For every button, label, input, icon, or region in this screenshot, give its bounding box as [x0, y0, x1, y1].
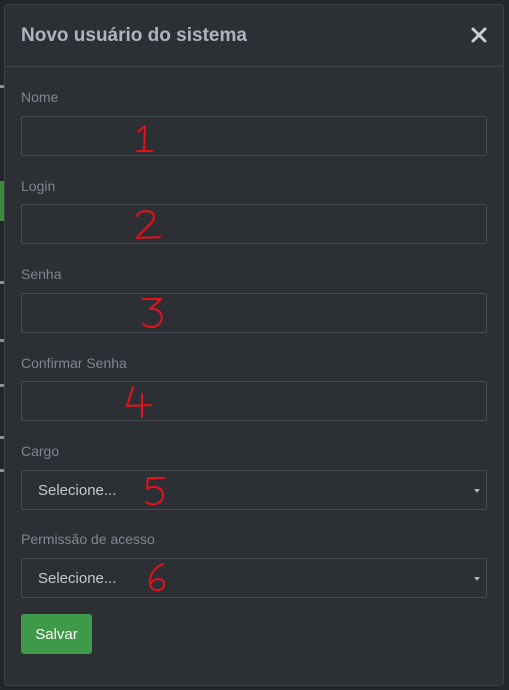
chevron-down-icon — [474, 489, 480, 493]
save-button[interactable]: Salvar — [21, 614, 92, 654]
chevron-down-icon — [474, 577, 480, 581]
close-icon — [471, 27, 487, 43]
senha-label: Senha — [21, 266, 62, 282]
login-input[interactable] — [21, 204, 487, 244]
nome-label: Nome — [21, 89, 59, 105]
confirmar-senha-label: Confirmar Senha — [21, 355, 127, 371]
confirmar-senha-input[interactable] — [21, 381, 487, 421]
cargo-select[interactable]: Selecione... — [21, 470, 487, 510]
permissao-selected-value: Selecione... — [38, 570, 117, 587]
nome-input[interactable] — [21, 116, 487, 156]
login-label: Login — [21, 178, 56, 194]
permissao-label: Permissão de acesso — [21, 531, 155, 547]
permissao-select[interactable]: Selecione... — [21, 558, 487, 598]
cargo-label: Cargo — [21, 443, 60, 459]
cargo-selected-value: Selecione... — [38, 482, 117, 499]
senha-input[interactable] — [21, 293, 487, 333]
modal-header: Novo usuário do sistema — [5, 5, 503, 67]
new-user-modal: Novo usuário do sistema Nome Login Senha… — [4, 4, 504, 686]
close-button[interactable] — [469, 25, 489, 45]
modal-title: Novo usuário do sistema — [21, 25, 247, 46]
